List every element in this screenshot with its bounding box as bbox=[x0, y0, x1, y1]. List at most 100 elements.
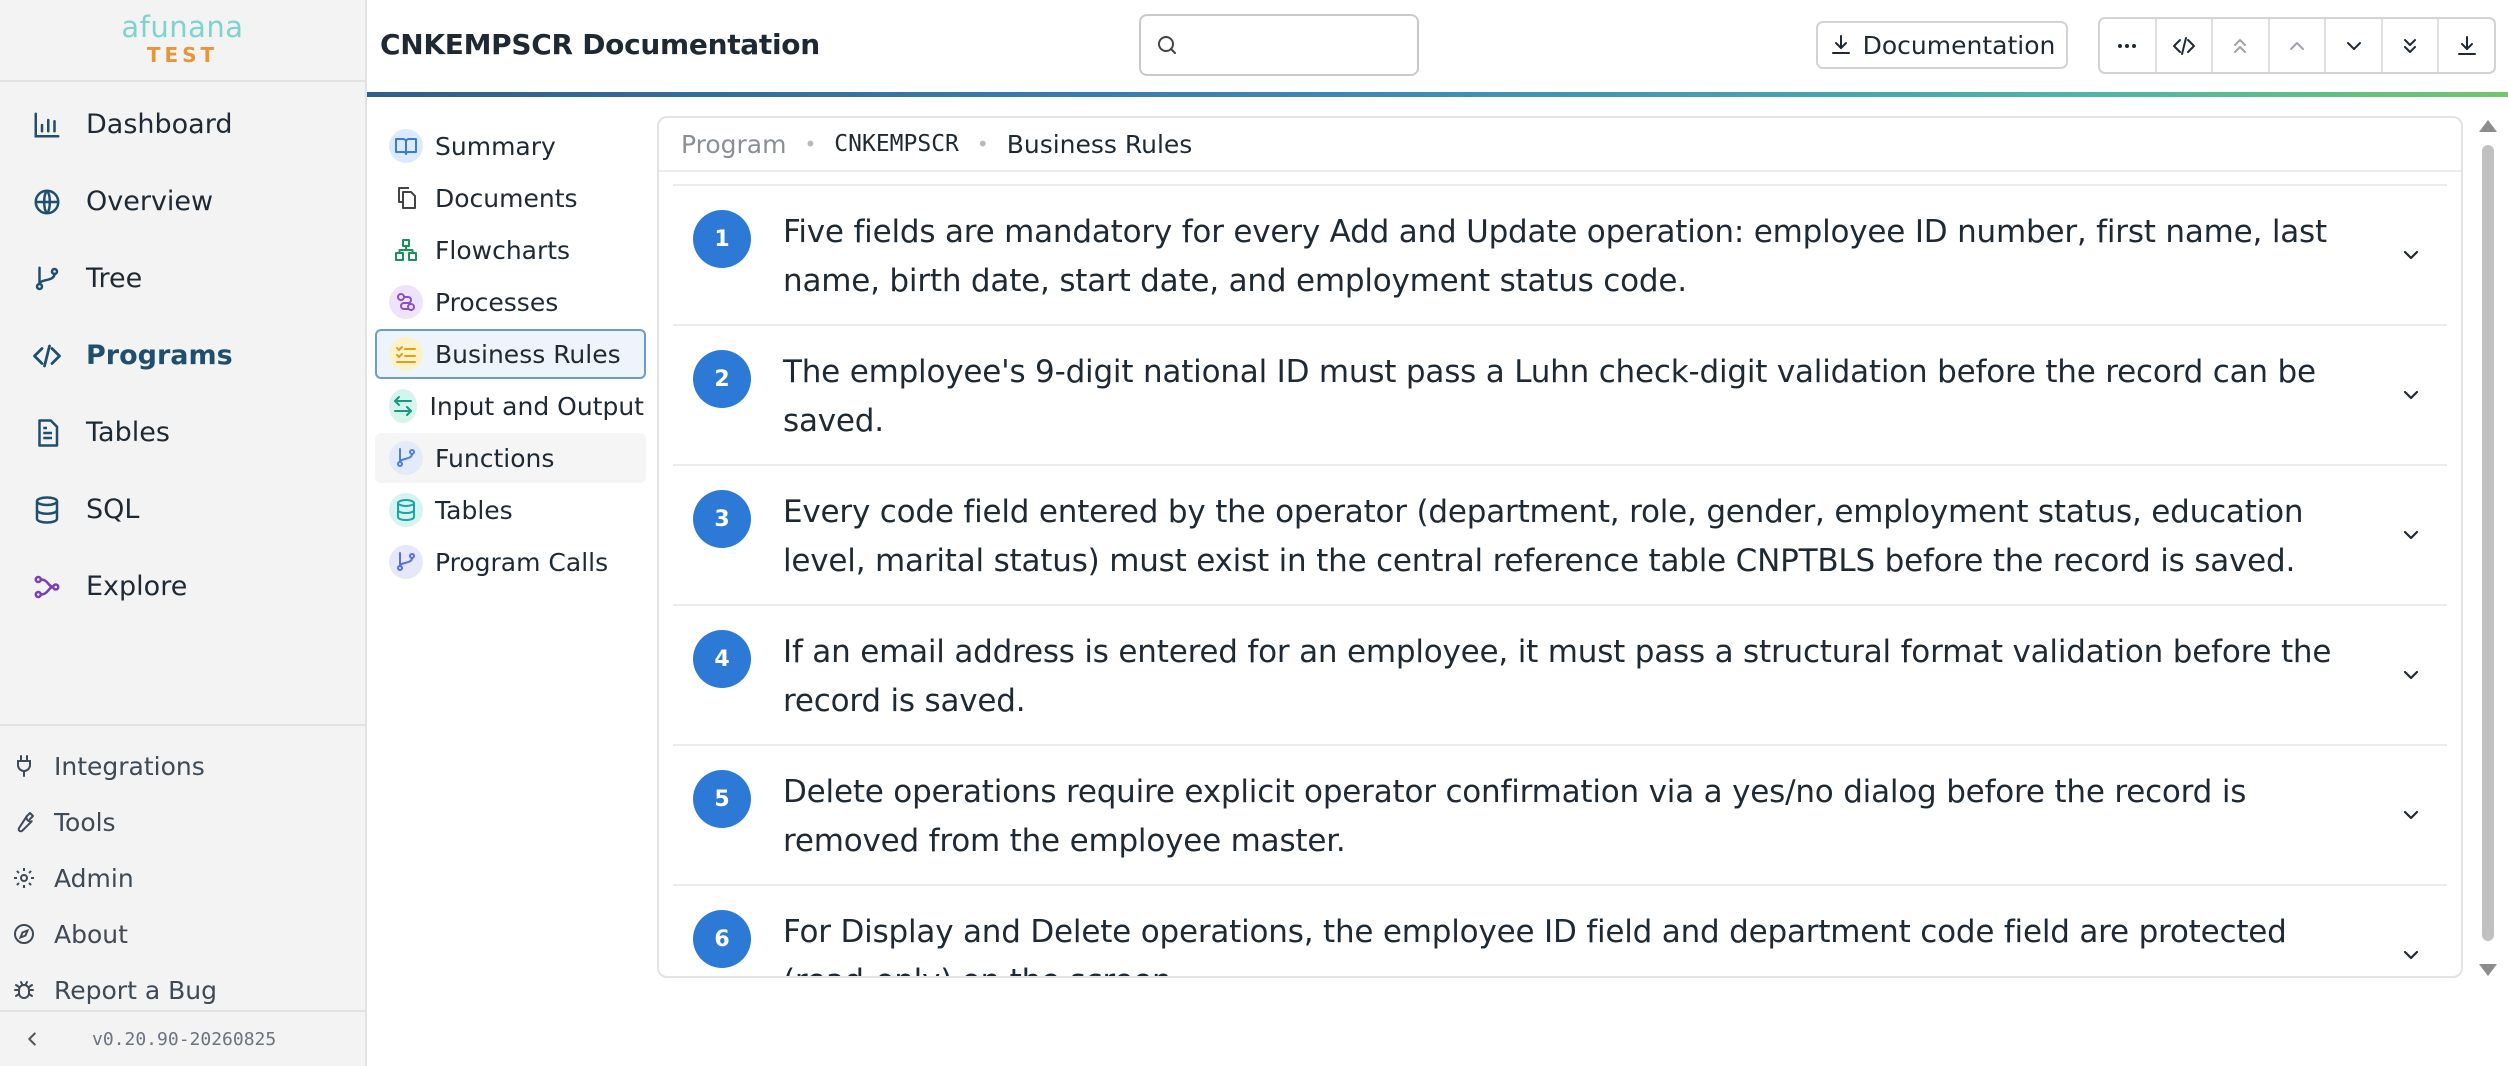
download-button[interactable] bbox=[2439, 19, 2494, 72]
chevron-down-icon[interactable] bbox=[2399, 383, 2423, 407]
globe-icon bbox=[28, 183, 66, 221]
sidebar-item-label: Admin bbox=[54, 863, 134, 893]
section-item-program-calls[interactable]: Program Calls bbox=[375, 537, 646, 587]
route-icon bbox=[389, 285, 423, 319]
rule-item[interactable]: 5 Delete operations require explicit ope… bbox=[673, 746, 2447, 886]
code-icon bbox=[28, 337, 66, 375]
version-label: v0.20.90-20260825 bbox=[92, 1028, 277, 1050]
search-box[interactable] bbox=[1139, 14, 1419, 76]
breadcrumb-program-name[interactable]: CNKEMPSCR bbox=[834, 131, 959, 157]
chevron-down-icon[interactable] bbox=[2399, 523, 2423, 547]
section-item-business-rules[interactable]: Business Rules bbox=[375, 329, 646, 379]
scroll-bottom-button[interactable] bbox=[2383, 19, 2440, 72]
chevron-down-icon[interactable] bbox=[2399, 663, 2423, 687]
section-item-label: Program Calls bbox=[435, 547, 609, 577]
breadcrumb-program[interactable]: Program bbox=[681, 130, 786, 159]
sidebar-item-label: Programs bbox=[86, 340, 233, 371]
more-options-button[interactable] bbox=[2100, 19, 2157, 72]
sidebar-item-explore[interactable]: Explore bbox=[0, 548, 365, 625]
logo-name: afunana bbox=[121, 10, 244, 44]
rule-item[interactable]: 6 For Display and Delete operations, the… bbox=[673, 886, 2447, 976]
scroll-top-button[interactable] bbox=[2213, 19, 2270, 72]
rules-list: 1 Five fields are mandatory for every Ad… bbox=[659, 172, 2461, 976]
bar-chart-icon bbox=[28, 106, 66, 144]
section-item-label: Business Rules bbox=[435, 339, 621, 369]
sidebar-item-dashboard[interactable]: Dashboard bbox=[0, 86, 365, 163]
chevron-down-icon[interactable] bbox=[2399, 943, 2423, 967]
sidebar-item-label: Report a Bug bbox=[54, 975, 217, 1005]
sidebar-item-tools[interactable]: Tools bbox=[0, 794, 365, 850]
section-item-documents[interactable]: Documents bbox=[375, 173, 646, 223]
sidebar-item-label: Explore bbox=[86, 571, 188, 602]
sidebar-item-label: Dashboard bbox=[86, 109, 233, 140]
chevron-up-icon bbox=[2290, 41, 2305, 50]
sidebar-item-programs[interactable]: Programs bbox=[0, 317, 365, 394]
sidebar-item-tree[interactable]: Tree bbox=[0, 240, 365, 317]
sidebar-item-sql[interactable]: SQL bbox=[0, 471, 365, 548]
code-icon bbox=[2172, 36, 2195, 55]
next-button[interactable] bbox=[2326, 19, 2383, 72]
sidebar-item-overview[interactable]: Overview bbox=[0, 163, 365, 240]
sidebar-item-label: Tools bbox=[54, 807, 116, 837]
scroll-up-arrow[interactable] bbox=[2479, 120, 2497, 132]
section-item-tables[interactable]: Tables bbox=[375, 485, 646, 535]
arrow-left-right-icon bbox=[389, 389, 418, 423]
rule-item[interactable]: 3 Every code field entered by the operat… bbox=[673, 466, 2447, 606]
wrench-icon bbox=[17, 812, 34, 833]
rule-number-badge: 2 bbox=[693, 350, 751, 408]
chevrons-up-icon bbox=[2234, 38, 2247, 53]
documentation-button-label: Documentation bbox=[1862, 30, 2056, 60]
search-input[interactable] bbox=[1189, 32, 1409, 58]
git-branch-icon bbox=[28, 260, 66, 298]
rule-item[interactable]: 1 Five fields are mandatory for every Ad… bbox=[673, 184, 2447, 326]
breadcrumb-current: Business Rules bbox=[1006, 129, 1193, 159]
section-item-flowcharts[interactable]: Flowcharts bbox=[375, 225, 646, 275]
scroll-down-arrow[interactable] bbox=[2479, 964, 2497, 976]
section-nav: Summary Documents Flowcharts Processes B… bbox=[367, 97, 657, 1066]
book-open-icon bbox=[389, 129, 423, 163]
documentation-download-button[interactable]: Documentation bbox=[1816, 21, 2068, 69]
search-icon bbox=[1158, 36, 1176, 54]
sidebar-footer: v0.20.90-20260825 bbox=[0, 1010, 365, 1066]
chevrons-down-icon bbox=[2404, 38, 2417, 53]
rule-number-badge: 5 bbox=[693, 770, 751, 828]
rule-text: If an email address is entered for an em… bbox=[783, 634, 2332, 719]
files-icon bbox=[389, 181, 423, 215]
section-item-input-output[interactable]: Input and Output bbox=[375, 381, 646, 431]
environment-badge: TEST bbox=[146, 43, 219, 67]
section-item-summary[interactable]: Summary bbox=[375, 121, 646, 171]
rule-number-badge: 4 bbox=[693, 630, 751, 688]
sidebar-item-about[interactable]: About bbox=[0, 906, 365, 962]
sidebar-item-label: About bbox=[54, 919, 128, 949]
rule-text: Delete operations require explicit opera… bbox=[783, 774, 2247, 859]
section-item-functions[interactable]: Functions bbox=[375, 433, 646, 483]
scrollbar-thumb[interactable] bbox=[2482, 145, 2494, 941]
section-item-processes[interactable]: Processes bbox=[375, 277, 646, 327]
header: CNKEMPSCR Documentation Documentation bbox=[367, 0, 2508, 92]
shapes-icon bbox=[389, 233, 423, 267]
sidebar-item-label: SQL bbox=[86, 494, 140, 525]
page-title: CNKEMPSCR Documentation bbox=[380, 28, 820, 61]
rule-item[interactable]: 2 The employee's 9-digit national ID mus… bbox=[673, 326, 2447, 466]
section-item-label: Documents bbox=[435, 183, 578, 213]
sidebar-item-admin[interactable]: Admin bbox=[0, 850, 365, 906]
chevron-down-icon[interactable] bbox=[2399, 803, 2423, 827]
rule-text: Five fields are mandatory for every Add … bbox=[783, 214, 2327, 299]
previous-button[interactable] bbox=[2270, 19, 2327, 72]
breadcrumb-separator: • bbox=[804, 132, 817, 156]
collapse-sidebar-button[interactable] bbox=[0, 1028, 64, 1050]
secondary-nav: Integrations Tools Admin About Report a … bbox=[0, 724, 365, 1018]
sidebar-item-label: Integrations bbox=[54, 751, 205, 781]
rule-text: For Display and Delete operations, the e… bbox=[783, 914, 2287, 976]
chevron-down-icon bbox=[2346, 41, 2361, 50]
view-source-button[interactable] bbox=[2157, 19, 2214, 72]
plug-icon bbox=[17, 755, 31, 777]
sidebar-item-integrations[interactable]: Integrations bbox=[0, 738, 365, 794]
database-icon bbox=[389, 493, 423, 527]
content-scrollbar[interactable] bbox=[2476, 118, 2500, 978]
main-nav: Dashboard Overview Tree Programs Tables bbox=[0, 82, 365, 625]
sidebar-item-tables[interactable]: Tables bbox=[0, 394, 365, 471]
rule-item[interactable]: 4 If an email address is entered for an … bbox=[673, 606, 2447, 746]
chevron-down-icon[interactable] bbox=[2399, 243, 2423, 267]
logo[interactable]: afunana TEST bbox=[0, 0, 365, 82]
